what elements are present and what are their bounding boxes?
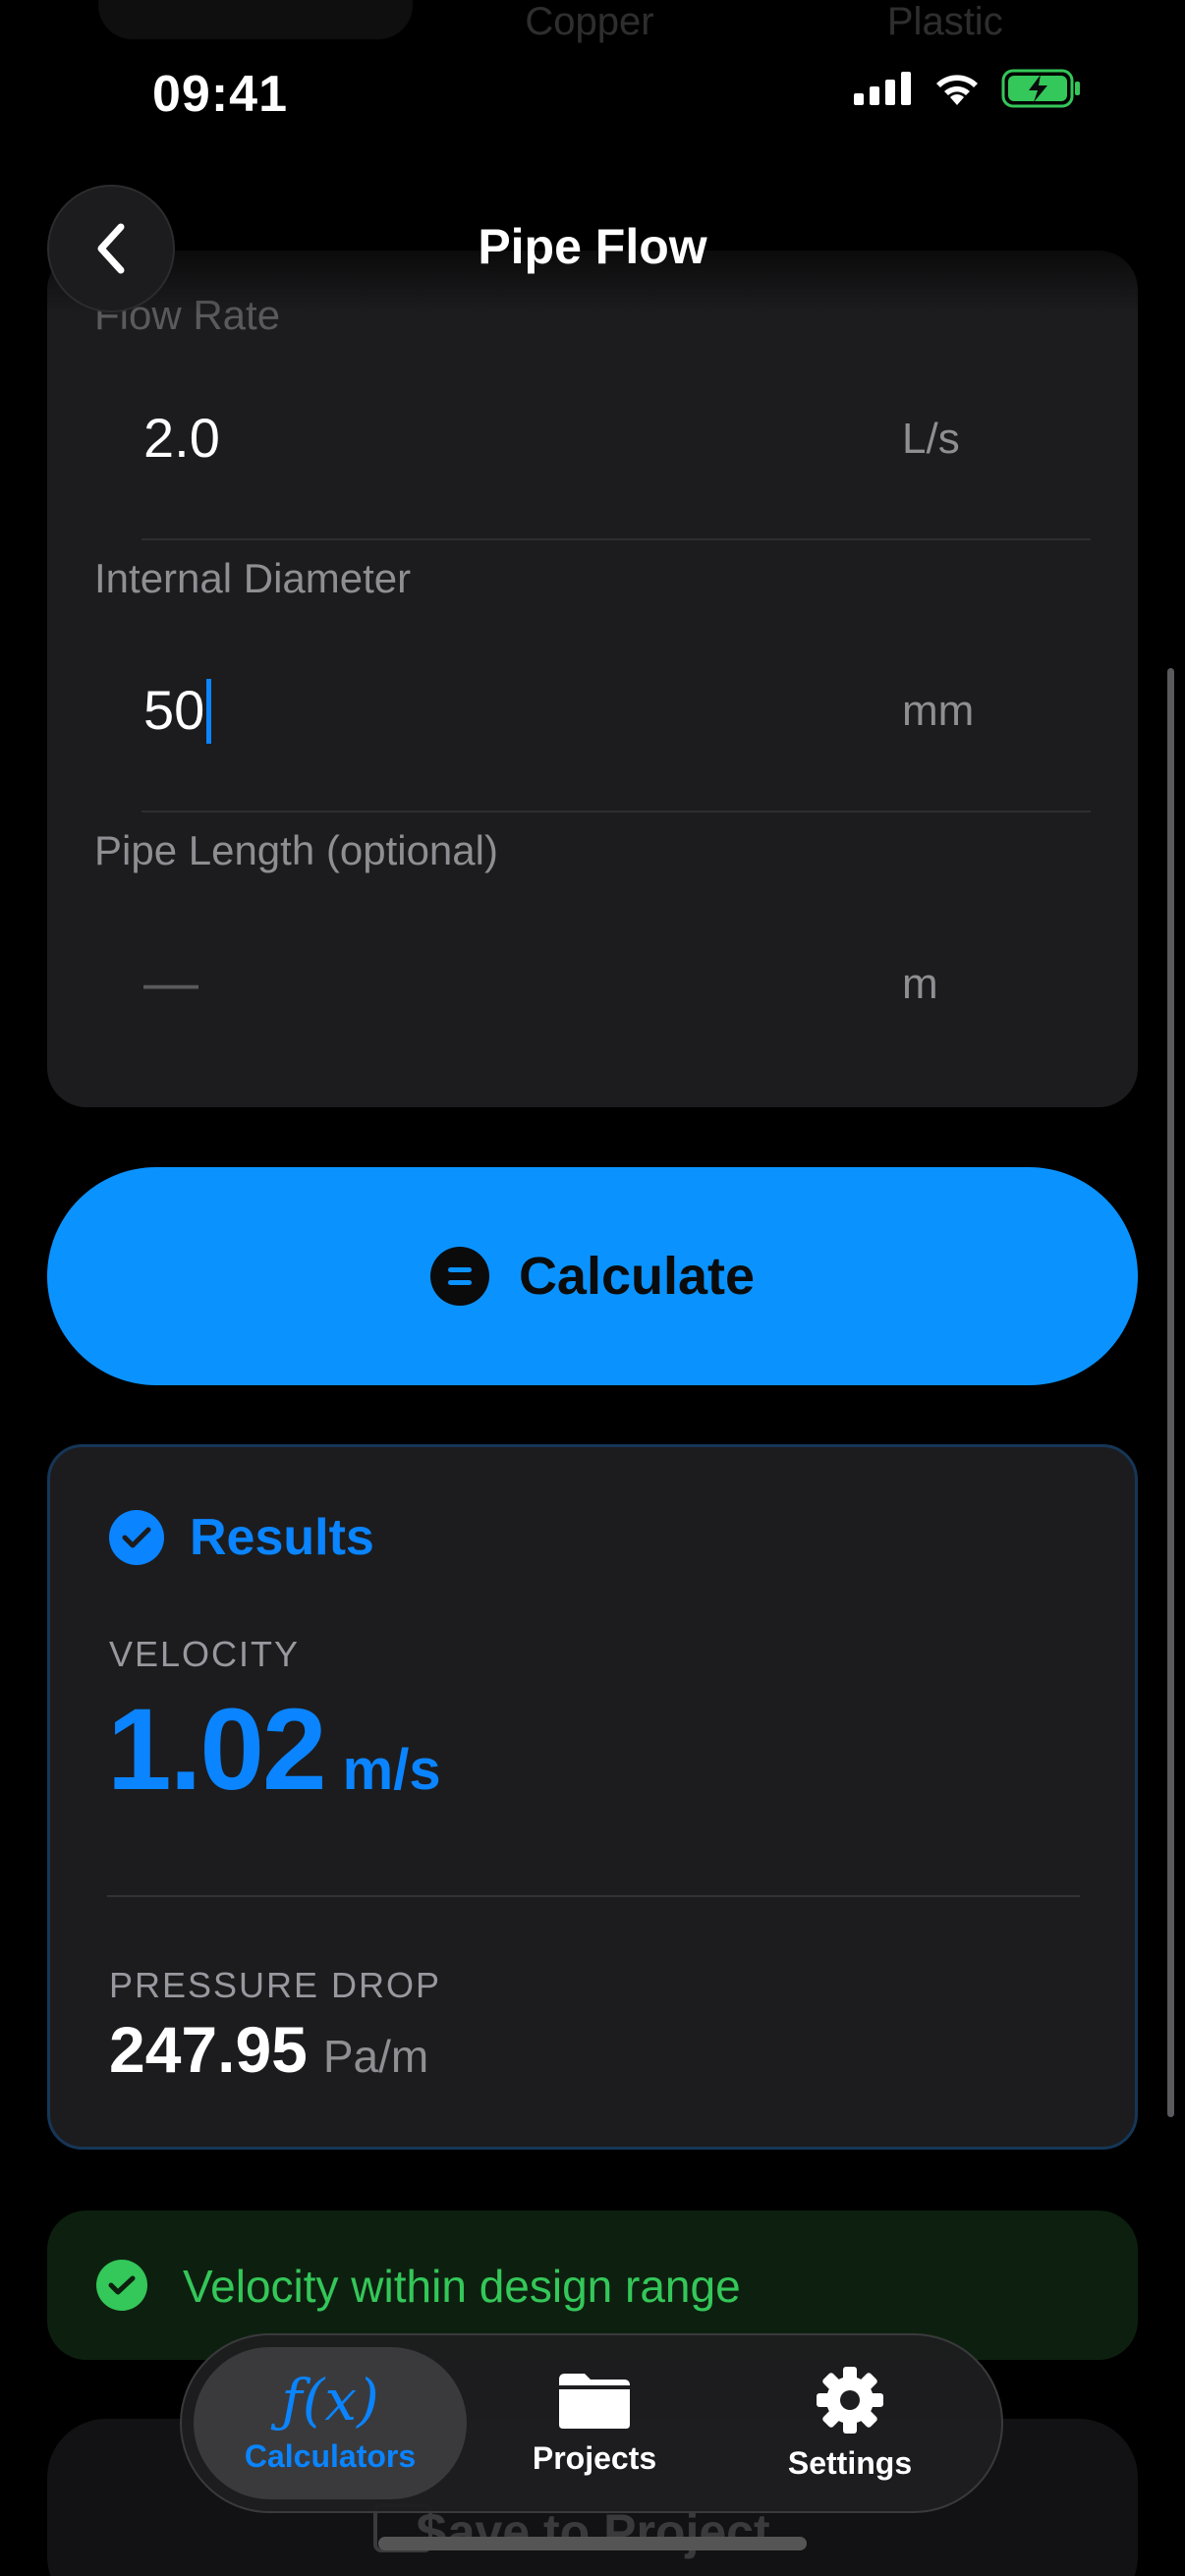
results-title: Results [190,1509,374,1566]
results-card: Results VELOCITY 1.02 m/s PRESSURE DROP … [47,1444,1138,2150]
home-indicator[interactable] [378,2537,807,2550]
folder-icon [559,2374,630,2429]
wifi-icon [936,75,978,105]
tab-label: Settings [787,2445,913,2481]
length-unit: m [902,960,938,1008]
tab-label: Projects [532,2440,657,2476]
gear-icon [817,2367,883,2434]
field-divider [141,811,1091,812]
velocity-readout: 1.02 m/s [107,1683,441,1817]
length-label: Pipe Length (optional) [94,827,498,873]
status-icons [854,69,1082,108]
cellular-signal-icon [854,72,911,105]
diameter-input[interactable]: 50 [143,678,212,745]
pressure-drop-readout: 247.95 Pa/m [109,2012,428,2087]
tab-bar: ƒ(x) Calculators Projects Settings [180,2333,1003,2513]
diameter-unit: mm [902,687,975,735]
page-title: Pipe Flow [478,219,707,274]
battery-charging-icon [1001,69,1080,108]
status-time: 09:41 [152,66,288,123]
diameter-label: Internal Diameter [94,555,412,601]
pressure-drop-label: PRESSURE DROP [109,1965,442,2005]
pressure-drop-unit: Pa/m [322,2031,429,2082]
velocity-label: VELOCITY [109,1634,301,1674]
diameter-input-value: 50 [143,679,205,741]
pressure-drop-value: 247.95 [109,2013,308,2086]
text-caret [206,679,212,745]
scroll-indicator[interactable] [1167,668,1174,2117]
results-header: Results [109,1508,374,1567]
status-message: Velocity within design range [183,2261,741,2312]
flow-rate-unit: L/s [902,415,960,463]
calculate-button[interactable]: Calculate [47,1167,1138,1385]
tab-projects[interactable]: Projects [496,2347,693,2499]
function-icon: ƒ(x) [281,2367,379,2434]
tab-label: Calculators [244,2438,417,2474]
flow-rate-input[interactable]: 2.0 [143,406,220,470]
velocity-unit: m/s [342,1738,441,1802]
equals-icon [429,1247,489,1306]
checkmark-circle-icon [96,2260,147,2311]
status-bar: 09:41 [0,0,1185,147]
field-divider [141,538,1091,540]
velocity-value: 1.02 [107,1685,327,1815]
tab-settings[interactable]: Settings [752,2347,948,2499]
calculate-label: Calculate [518,1247,756,1306]
results-divider [107,1895,1080,1897]
tab-calculators[interactable]: ƒ(x) Calculators [194,2347,467,2499]
length-input[interactable]: — [143,950,198,1014]
input-card: Flow Rate 2.0 L/s Internal Diameter 50 m… [47,251,1138,1107]
checkmark-circle-icon [109,1510,164,1565]
